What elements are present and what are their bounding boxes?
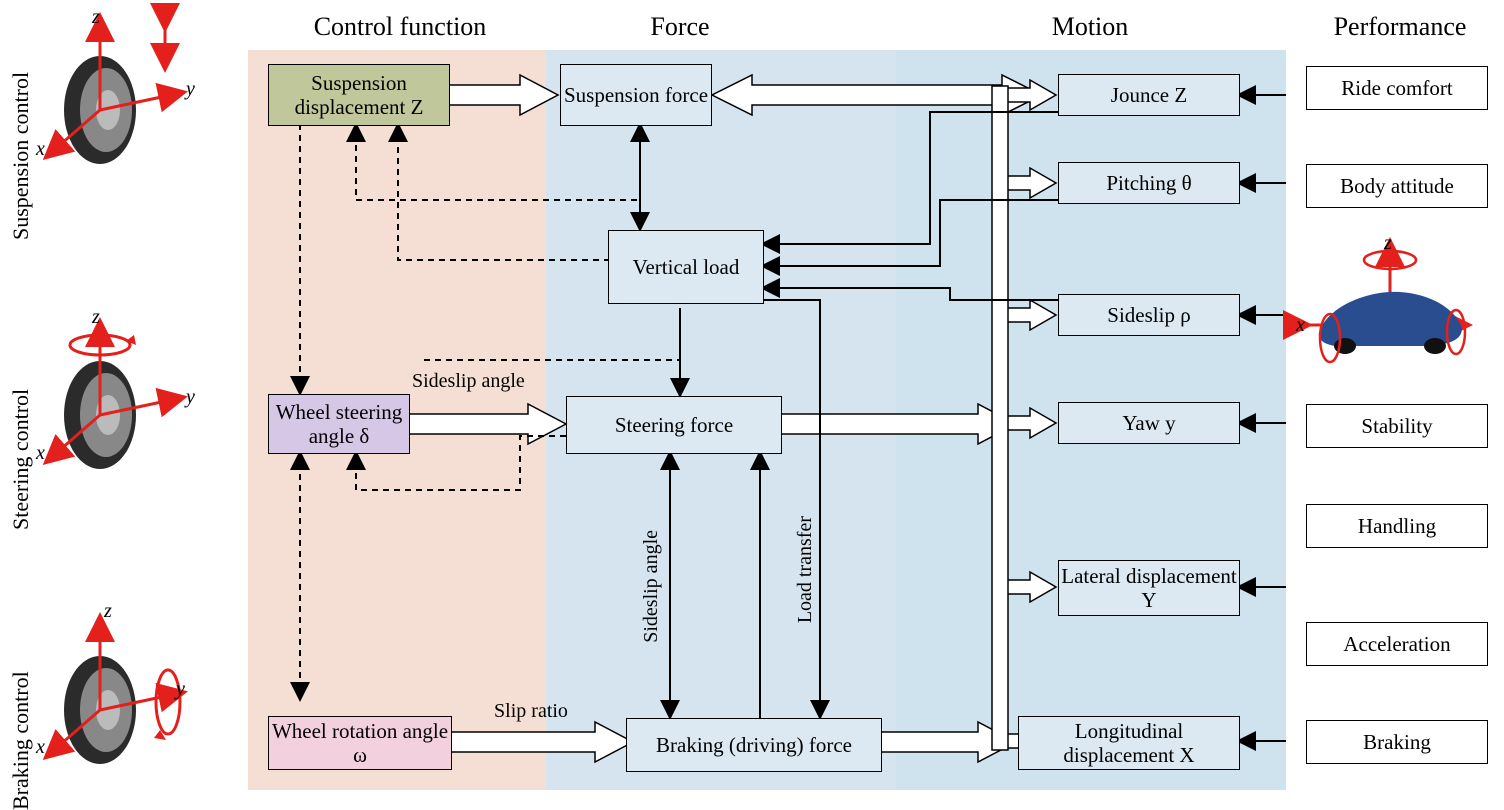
box-steering-force: Steering force — [566, 396, 782, 454]
axis-z-3: z — [104, 600, 112, 623]
axis-x-2: x — [36, 442, 45, 465]
diagram-stage: Control function Force Motion Performanc… — [0, 0, 1504, 808]
box-lateral-disp: Lateral displacement Y — [1058, 560, 1240, 616]
box-yaw: Yaw y — [1058, 402, 1240, 444]
box-acceleration: Acceleration — [1306, 622, 1488, 666]
box-braking-perf: Braking — [1306, 720, 1488, 764]
header-force: Force — [610, 12, 750, 42]
axis-y-1: y — [186, 78, 195, 101]
axis-y-3: y — [176, 678, 185, 701]
header-performance: Performance — [1310, 12, 1490, 42]
box-handling: Handling — [1306, 504, 1488, 548]
box-wheel-rotation-angle: Wheel rotation angle ω — [268, 716, 452, 770]
box-suspension-displacement: Suspension displacement Z — [268, 64, 450, 126]
label-load-transfer: Load transfer — [794, 516, 817, 623]
box-ride-comfort: Ride comfort — [1306, 66, 1488, 110]
axis-z-1: z — [92, 6, 100, 29]
box-pitching: Pitching θ — [1058, 162, 1240, 204]
box-longitudinal-disp: Longitudinal displacement X — [1018, 716, 1240, 770]
box-stability: Stability — [1306, 404, 1488, 448]
header-control-function: Control function — [270, 12, 530, 42]
label-slip-ratio: Slip ratio — [476, 700, 586, 723]
header-motion: Motion — [1010, 12, 1170, 42]
row-suspension-control: Suspension control — [8, 40, 34, 240]
axis-x-1: x — [36, 138, 45, 161]
row-braking-control: Braking control — [8, 620, 34, 810]
box-wheel-steering-angle: Wheel steering angle δ — [268, 394, 410, 454]
axis-z-car: z — [1384, 232, 1392, 255]
box-braking-force: Braking (driving) force — [626, 718, 882, 772]
row-steering-control: Steering control — [8, 330, 34, 530]
box-sideslip: Sideslip ρ — [1058, 294, 1240, 336]
box-vertical-load: Vertical load — [608, 230, 764, 304]
label-sideslip-angle-vert: Sideslip angle — [640, 530, 663, 643]
box-suspension-force: Suspension force — [560, 64, 712, 126]
box-jounce: Jounce Z — [1058, 74, 1240, 116]
axis-x-car: x — [1296, 314, 1305, 337]
axis-z-2: z — [92, 306, 100, 329]
axis-y-2: y — [186, 386, 195, 409]
box-body-attitude: Body attitude — [1306, 164, 1488, 208]
axis-x-3: x — [36, 736, 45, 759]
label-sideslip-angle-top: Sideslip angle — [412, 370, 532, 393]
